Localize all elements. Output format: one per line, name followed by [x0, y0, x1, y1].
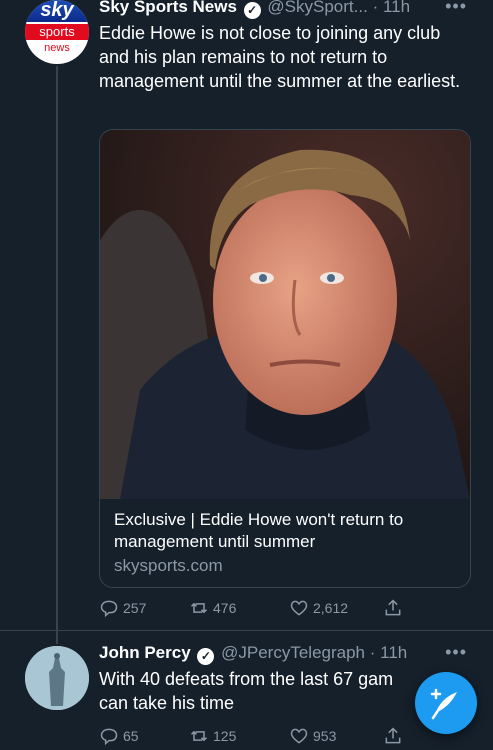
tweet-text-line-2: can take his time	[99, 693, 235, 713]
compose-tweet-icon	[430, 688, 457, 720]
reply-count: 65	[123, 728, 139, 744]
author-name[interactable]: Sky Sports News	[99, 0, 237, 16]
card-body: Exclusive | Eddie Howe won't return to m…	[100, 499, 470, 587]
share-icon	[385, 599, 401, 616]
tweet-time[interactable]: · 11h	[373, 0, 411, 16]
heart-icon	[290, 728, 308, 744]
like-button[interactable]: 953	[289, 726, 336, 746]
more-options-icon[interactable]: •••	[445, 642, 467, 663]
author-handle[interactable]: @SkySport...	[267, 0, 367, 16]
share-button[interactable]	[383, 598, 403, 618]
like-count: 953	[313, 728, 337, 744]
avatar-news-text: news	[44, 42, 70, 54]
tweet-time[interactable]: · 11h	[370, 643, 408, 662]
reply-button[interactable]: 257	[99, 598, 146, 618]
retweet-count: 476	[213, 600, 237, 616]
tweet-actions: 257 476 2,612	[99, 598, 409, 622]
author-name[interactable]: John Percy	[99, 643, 191, 662]
verified-badge-icon: ✓	[243, 2, 261, 19]
avatar-sky-sports-news[interactable]: sky sports news	[25, 0, 89, 64]
tweet-sky-sports-news[interactable]: sky sports news Sky Sports News ✓ @SkySp…	[0, 0, 493, 640]
more-options-icon[interactable]: •••	[445, 0, 467, 17]
heart-icon	[290, 600, 308, 616]
tweet-actions: 65 125 953	[99, 726, 409, 750]
avatar-image	[25, 646, 89, 710]
share-button[interactable]	[383, 726, 403, 746]
tweet-text: With 40 defeats from the last 67 gam can…	[99, 667, 467, 715]
card-domain[interactable]: skysports.com	[114, 555, 456, 577]
reply-count: 257	[123, 600, 147, 616]
share-icon	[385, 727, 401, 744]
reply-icon	[100, 728, 118, 746]
author-handle[interactable]: @JPercyTelegraph	[221, 643, 365, 662]
tweet-divider	[0, 630, 493, 631]
retweet-icon	[190, 602, 208, 614]
retweet-button[interactable]: 125	[189, 726, 236, 746]
tweet-text-line-1: With 40 defeats from the last 67 gam	[99, 669, 394, 689]
card-title[interactable]: Exclusive | Eddie Howe won't return to m…	[114, 509, 456, 553]
tweet-header: Sky Sports News ✓ @SkySport... · 11h	[99, 0, 410, 19]
card-image-eddie-howe	[100, 130, 470, 499]
like-button[interactable]: 2,612	[289, 598, 348, 618]
tweet-text: Eddie Howe is not close to joining any c…	[99, 23, 461, 91]
reply-icon	[100, 600, 118, 618]
avatar-john-percy[interactable]	[25, 646, 89, 710]
reply-button[interactable]: 65	[99, 726, 139, 746]
retweet-icon	[190, 730, 208, 742]
like-count: 2,612	[313, 600, 349, 616]
retweet-count: 125	[213, 728, 237, 744]
avatar-sky-text: sky	[40, 0, 74, 21]
tweet-header: John Percy ✓ @JPercyTelegraph · 11h	[99, 642, 407, 665]
link-card[interactable]: Exclusive | Eddie Howe won't return to m…	[99, 129, 471, 588]
compose-tweet-button[interactable]	[415, 672, 477, 734]
retweet-button[interactable]: 476	[189, 598, 236, 618]
portrait-illustration	[100, 130, 470, 499]
avatar-sports-text: sports	[25, 24, 89, 40]
verified-badge-icon: ✓	[197, 648, 215, 665]
